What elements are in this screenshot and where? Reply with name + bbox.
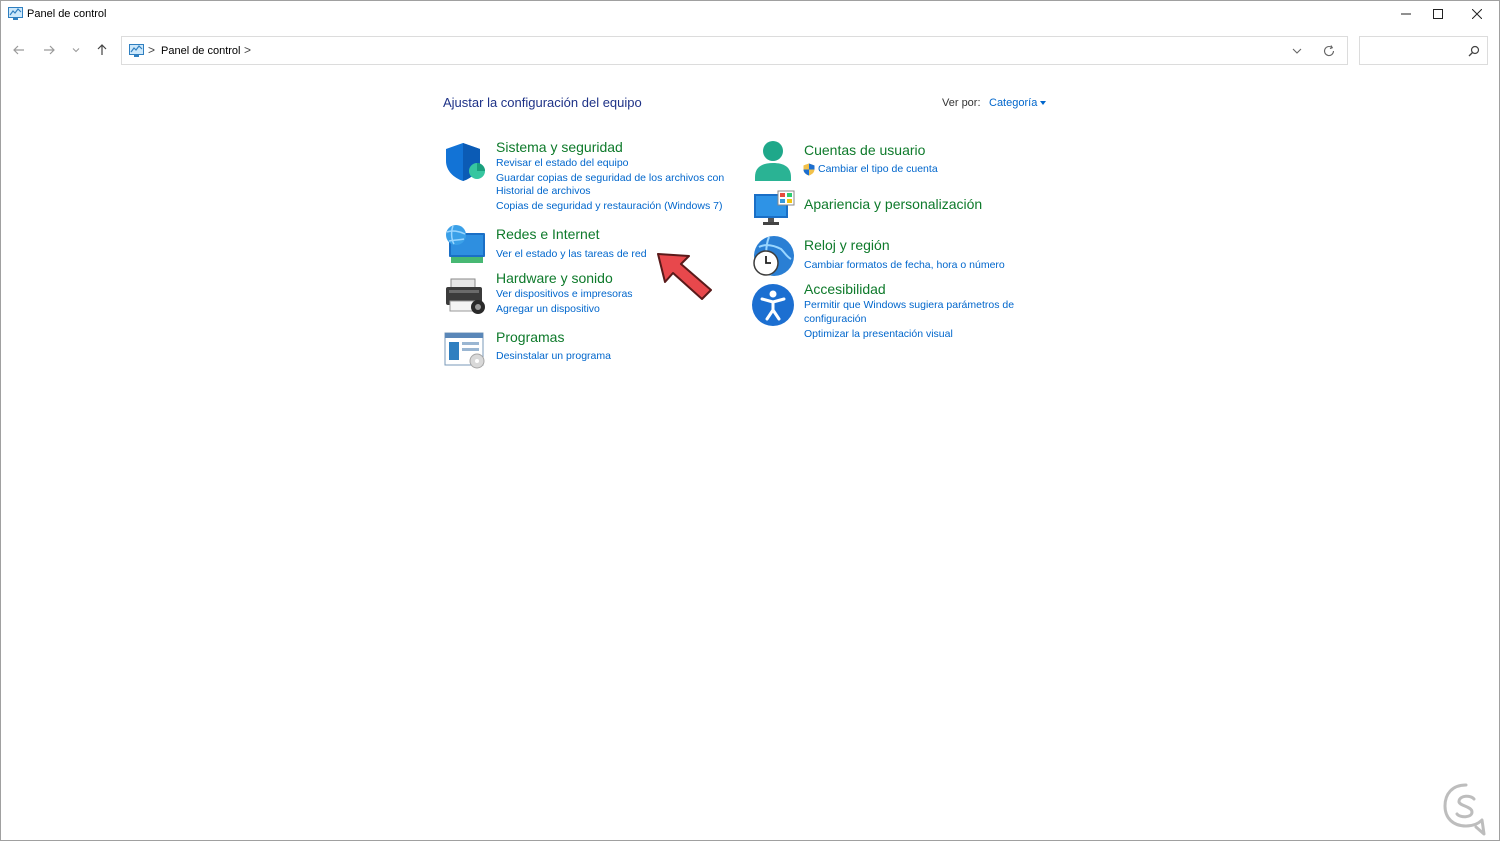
close-icon [1472, 9, 1482, 19]
link-configuracion[interactable]: configuración [804, 313, 866, 325]
category-reloj-title[interactable]: Reloj y región [804, 237, 890, 253]
link-ver-dispositivos[interactable]: Ver dispositivos e impresoras [496, 288, 633, 300]
breadcrumb-separator[interactable]: > [244, 43, 251, 57]
link-guardar-copias[interactable]: Guardar copias de seguridad de los archi… [496, 172, 724, 184]
forward-button[interactable] [39, 40, 59, 60]
link-permitir-sugerencias[interactable]: Permitir que Windows sugiera parámetros … [804, 299, 1014, 311]
accessibility-icon[interactable] [751, 283, 795, 327]
shield-icon[interactable] [443, 141, 487, 183]
refresh-icon[interactable] [1322, 44, 1336, 58]
link-optimizar-presentacion[interactable]: Optimizar la presentación visual [804, 328, 953, 340]
recent-locations-button[interactable] [66, 40, 86, 60]
back-button[interactable] [9, 40, 29, 60]
arrow-right-icon [44, 45, 55, 55]
annotation-arrow-icon [657, 253, 712, 300]
link-desinstalar-programa[interactable]: Desinstalar un programa [496, 350, 611, 362]
category-redes-title[interactable]: Redes e Internet [496, 226, 600, 242]
view-by-label: Ver por: [942, 97, 981, 109]
control-panel-icon [8, 7, 23, 20]
category-apariencia-title[interactable]: Apariencia y personalización [804, 196, 982, 212]
link-historial-archivos[interactable]: Historial de archivos [496, 185, 591, 197]
minimize-icon [1401, 13, 1411, 15]
window-title: Panel de control [27, 8, 107, 20]
control-panel-icon [129, 44, 144, 57]
link-estado-red[interactable]: Ver el estado y las tareas de red [496, 248, 647, 260]
link-revisar-estado[interactable]: Revisar el estado del equipo [496, 157, 629, 169]
monitor-personalize-icon[interactable] [752, 189, 796, 227]
link-cambiar-formatos[interactable]: Cambiar formatos de fecha, hora o número [804, 259, 1005, 271]
globe-clock-icon[interactable] [751, 235, 795, 279]
link-cambiar-tipo-cuenta[interactable]: Cambiar el tipo de cuenta [818, 163, 938, 175]
category-accesibilidad-title[interactable]: Accesibilidad [804, 281, 886, 297]
chevron-down-icon[interactable] [1290, 44, 1304, 58]
search-input[interactable] [1359, 36, 1488, 65]
breadcrumb-control-panel[interactable]: Panel de control [161, 45, 241, 57]
category-hardware-title[interactable]: Hardware y sonido [496, 270, 613, 286]
network-globe-icon[interactable] [443, 223, 487, 265]
search-icon [1468, 45, 1480, 57]
view-by-dropdown[interactable]: Categoría [989, 97, 1037, 109]
printer-icon[interactable] [443, 277, 487, 315]
user-icon[interactable] [752, 139, 794, 183]
breadcrumb-separator[interactable]: > [148, 43, 155, 57]
up-button[interactable] [92, 40, 112, 60]
uac-shield-icon [803, 163, 815, 176]
category-sistema-title[interactable]: Sistema y seguridad [496, 139, 623, 155]
page-title: Ajustar la configuración del equipo [443, 95, 642, 110]
close-button[interactable] [1454, 0, 1500, 28]
arrow-left-icon [13, 45, 24, 55]
watermark-logo-icon [1443, 783, 1486, 836]
link-copias-restauracion[interactable]: Copias de seguridad y restauración (Wind… [496, 200, 722, 212]
link-agregar-dispositivo[interactable]: Agregar un dispositivo [496, 303, 600, 315]
caret-down-icon[interactable] [1040, 101, 1046, 105]
address-bar[interactable]: > Panel de control > [121, 36, 1348, 65]
maximize-icon [1433, 9, 1443, 19]
title-bar[interactable]: Panel de control [0, 0, 1500, 28]
category-cuentas-title[interactable]: Cuentas de usuario [804, 142, 925, 158]
window-frame [0, 0, 1500, 841]
chevron-down-icon [72, 48, 80, 53]
category-programas-title[interactable]: Programas [496, 329, 564, 345]
arrow-up-icon [97, 44, 107, 55]
programs-icon[interactable] [443, 331, 487, 369]
